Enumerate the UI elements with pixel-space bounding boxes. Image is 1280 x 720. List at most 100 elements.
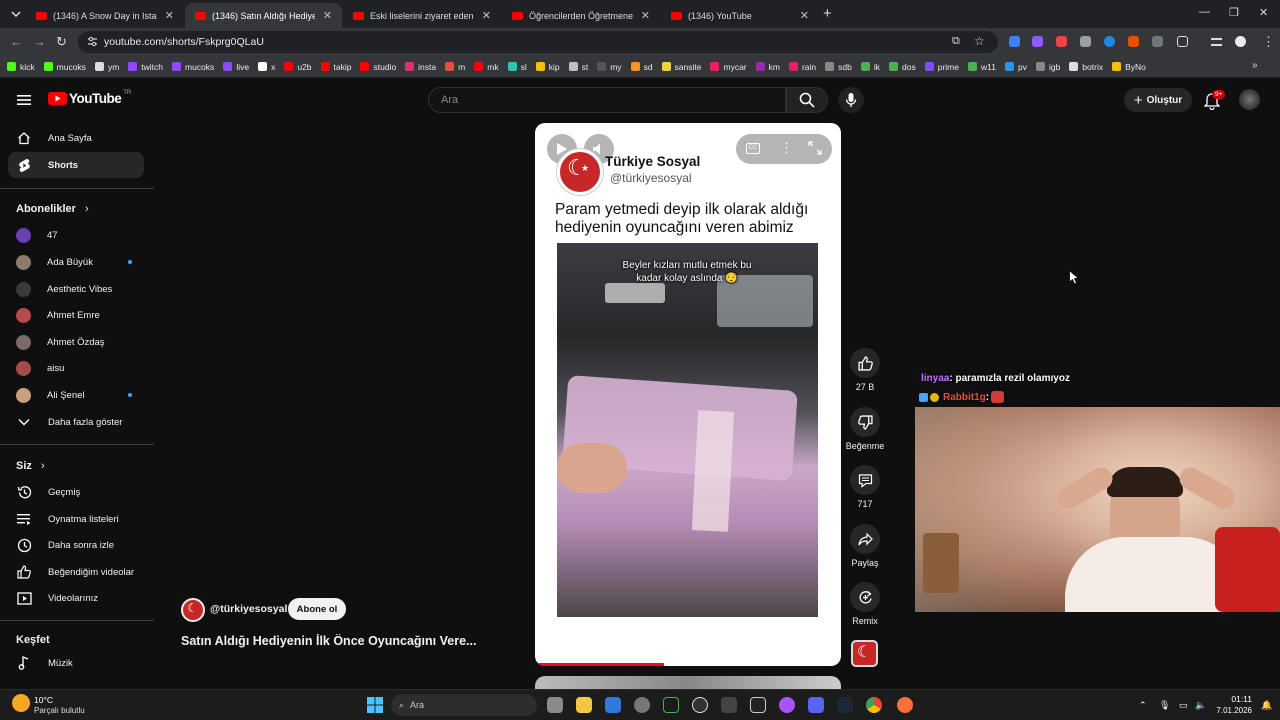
- bookmark-item[interactable]: prime: [924, 62, 959, 72]
- settings-gear-icon[interactable]: [634, 697, 650, 713]
- bookmark-item[interactable]: m: [445, 62, 465, 72]
- bookmark-item[interactable]: ByNo: [1112, 62, 1146, 72]
- bookmark-item[interactable]: mk: [474, 62, 499, 72]
- subscription-item[interactable]: 47: [8, 222, 144, 248]
- thumbs-down-icon[interactable]: [850, 407, 880, 437]
- close-tab-icon[interactable]: ✕: [482, 9, 491, 22]
- close-tab-icon[interactable]: ✕: [323, 9, 332, 22]
- bookmark-item[interactable]: kip: [535, 62, 560, 72]
- show-more-button[interactable]: Daha fazla göster: [8, 409, 144, 435]
- bookmark-item[interactable]: kick: [7, 62, 35, 72]
- sidebar-item-home[interactable]: Ana Sayfa: [8, 125, 144, 151]
- new-tab-button[interactable]: +: [823, 5, 832, 22]
- reading-list-icon[interactable]: [1211, 38, 1222, 46]
- short-title[interactable]: Satın Aldığı Hediyenin İlk Önce Oyuncağı…: [181, 634, 481, 648]
- captions-icon[interactable]: CC: [746, 143, 760, 154]
- comment-icon[interactable]: [850, 465, 880, 495]
- browser-tab-active[interactable]: (1346) Satın Aldığı Hediyenin İlk ✕: [185, 3, 342, 28]
- search-input[interactable]: Ara: [428, 87, 786, 113]
- tab-search-icon[interactable]: [9, 7, 23, 19]
- volume-icon[interactable]: 🔈: [1195, 700, 1206, 711]
- browser-tab[interactable]: (1346) YouTube ✕: [661, 3, 819, 28]
- progress-bar[interactable]: [535, 663, 664, 666]
- weather-desc[interactable]: Parçalı bulutlu: [34, 706, 85, 715]
- close-tab-icon[interactable]: ✕: [641, 9, 650, 22]
- sidebar-item-history[interactable]: Geçmiş: [8, 479, 144, 505]
- extension-icon[interactable]: [1128, 36, 1139, 47]
- weather-icon[interactable]: [12, 694, 30, 712]
- create-button[interactable]: + Oluştur: [1124, 88, 1192, 112]
- profile-avatar-icon[interactable]: [1235, 36, 1246, 47]
- browser-tab[interactable]: Eski liselerini ziyaret eden genç ✕: [343, 3, 501, 28]
- close-window-icon[interactable]: ✕: [1259, 6, 1268, 19]
- bookmark-item[interactable]: botrix: [1069, 62, 1103, 72]
- dislike-action[interactable]: Beğenme: [840, 407, 890, 451]
- mail-icon[interactable]: [605, 697, 621, 713]
- subscription-item[interactable]: aisu: [8, 355, 144, 381]
- subscriptions-header[interactable]: Abonelikler ›: [16, 203, 89, 215]
- weather-temp[interactable]: 10°C: [34, 695, 53, 705]
- chrome-icon[interactable]: [866, 697, 882, 713]
- sound-channel-thumbnail[interactable]: ☾: [851, 640, 878, 667]
- more-options-icon[interactable]: ⋮: [780, 140, 793, 156]
- bookmark-item[interactable]: sl: [507, 62, 527, 72]
- app-icon[interactable]: [721, 697, 737, 713]
- voice-search-button[interactable]: [838, 87, 864, 113]
- bookmark-item[interactable]: insta: [405, 62, 436, 72]
- discord-icon[interactable]: [808, 697, 824, 713]
- forward-arrow-icon[interactable]: →: [33, 34, 46, 49]
- steam-icon[interactable]: [837, 697, 853, 713]
- extensions-puzzle-icon[interactable]: [1177, 36, 1188, 47]
- minimize-icon[interactable]: —: [1199, 6, 1210, 18]
- sidebar-item-playlists[interactable]: Oynatma listeleri: [8, 506, 144, 532]
- bookmark-item[interactable]: twitch: [128, 62, 163, 72]
- address-bar[interactable]: youtube.com/shorts/Fskprg0QLaU ⧉ ☆: [78, 31, 998, 53]
- thumbs-up-icon[interactable]: [850, 348, 880, 378]
- extension-icon[interactable]: [1152, 36, 1163, 47]
- extension-icon[interactable]: [1009, 36, 1020, 47]
- bookmark-item[interactable]: km: [755, 62, 780, 72]
- subscription-item[interactable]: Ahmet Emre: [8, 302, 144, 328]
- bookmark-item[interactable]: rain: [788, 62, 816, 72]
- close-tab-icon[interactable]: ✕: [165, 9, 174, 22]
- remix-icon[interactable]: [850, 582, 880, 612]
- bookmark-item[interactable]: sd: [630, 62, 653, 72]
- clock-date[interactable]: 7.01.2026: [1210, 706, 1252, 715]
- bookmark-item[interactable]: sansite: [661, 62, 701, 72]
- bookmark-item[interactable]: my: [597, 62, 622, 72]
- youtube-logo[interactable]: YouTube TR: [48, 90, 131, 106]
- bookmark-item[interactable]: x: [258, 62, 275, 72]
- bookmark-item[interactable]: takip: [320, 62, 351, 72]
- notification-bell-icon[interactable]: 🔔: [1261, 700, 1272, 711]
- bookmark-item[interactable]: mycar: [710, 62, 747, 72]
- bookmark-item[interactable]: mucoks: [172, 62, 214, 72]
- subscribe-button[interactable]: Abone ol: [288, 598, 346, 620]
- fullscreen-icon[interactable]: [808, 141, 822, 155]
- comments-action[interactable]: 717: [846, 465, 884, 509]
- bookmark-item[interactable]: w11: [968, 62, 996, 72]
- bookmark-item[interactable]: sdb: [825, 62, 852, 72]
- show-hidden-icons[interactable]: ⌃: [1139, 700, 1147, 711]
- channel-avatar[interactable]: ☾: [181, 598, 205, 622]
- bookmark-item[interactable]: u2b: [284, 62, 312, 72]
- close-tab-icon[interactable]: ✕: [800, 9, 809, 22]
- bookmark-item[interactable]: pv: [1004, 62, 1027, 72]
- sidebar-item-shorts[interactable]: Shorts: [8, 152, 144, 178]
- share-action[interactable]: Paylaş: [846, 524, 884, 568]
- sidebar-item-liked-videos[interactable]: Beğendiğim videolar: [8, 559, 144, 585]
- subscription-item[interactable]: Ahmet Özdaş: [8, 329, 144, 355]
- subscription-item[interactable]: Aesthetic Vibes: [8, 276, 144, 302]
- microphone-tray-icon[interactable]: 🎙: [1159, 700, 1170, 711]
- remix-action[interactable]: Remix: [846, 582, 884, 626]
- extension-icon[interactable]: [1080, 36, 1091, 47]
- browser-tab[interactable]: Öğrencilerden Öğretmene Şaşı ✕: [502, 3, 660, 28]
- reload-icon[interactable]: ↻: [56, 34, 67, 50]
- bookmark-star-icon[interactable]: ☆: [974, 34, 985, 48]
- bookmark-item[interactable]: ik: [860, 62, 880, 72]
- app-icon[interactable]: [750, 697, 766, 713]
- shorts-player[interactable]: CC ⋮ ☾ ★ Türkiye Sosyal @türkiyesosyal P…: [535, 123, 841, 666]
- site-info-icon[interactable]: [87, 36, 98, 47]
- subscription-item[interactable]: Ada Büyük: [8, 249, 144, 275]
- network-icon[interactable]: ▭: [1179, 700, 1188, 711]
- obs-icon[interactable]: [692, 697, 708, 713]
